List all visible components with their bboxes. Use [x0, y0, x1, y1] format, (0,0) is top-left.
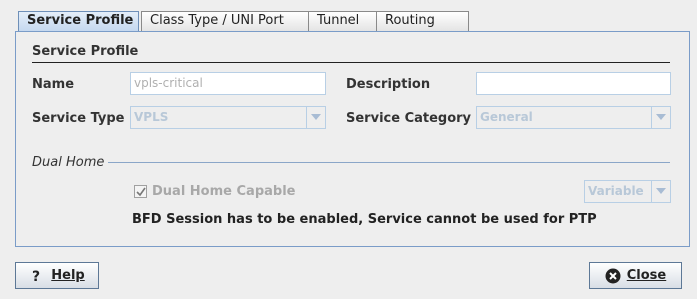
bfd-note: BFD Session has to be enabled, Service c…: [132, 212, 597, 227]
help-label: Help: [51, 268, 85, 283]
service-type-label: Service Type: [32, 111, 125, 126]
section-divider: [32, 62, 670, 63]
chevron-down-icon[interactable]: [651, 107, 670, 128]
dual-home-capable-label: Dual Home Capable: [152, 184, 296, 199]
dual-home-mode-select[interactable]: Variable: [584, 180, 671, 203]
name-label: Name: [32, 77, 75, 92]
service-type-select[interactable]: VPLS: [130, 106, 326, 129]
tab-routing[interactable]: Routing: [376, 11, 469, 31]
dual-home-divider: [108, 162, 670, 163]
name-field[interactable]: vpls-critical: [130, 72, 326, 95]
chevron-down-icon[interactable]: [306, 107, 325, 128]
section-title: Service Profile: [32, 44, 139, 59]
service-category-value: General: [480, 110, 533, 124]
description-field[interactable]: [476, 72, 671, 95]
close-label: Close: [626, 268, 667, 283]
dual-home-mode-value: Variable: [588, 184, 644, 198]
service-type-value: VPLS: [134, 110, 169, 124]
service-category-select[interactable]: General: [476, 106, 671, 129]
close-button[interactable]: Close: [589, 262, 682, 289]
tab-service-profile[interactable]: Service Profile: [18, 11, 139, 31]
service-category-label: Service Category: [346, 111, 472, 126]
svg-text:?: ?: [32, 269, 40, 284]
chevron-down-icon[interactable]: [651, 181, 670, 202]
description-label: Description: [346, 77, 431, 92]
question-icon: ?: [29, 268, 45, 285]
close-icon: [605, 268, 621, 284]
tab-class-type-uni-port[interactable]: Class Type / UNI Port: [141, 11, 322, 31]
help-button[interactable]: ? Help: [15, 262, 99, 289]
dual-home-title: Dual Home: [32, 155, 105, 170]
checkbox-checked-icon[interactable]: [134, 185, 147, 198]
